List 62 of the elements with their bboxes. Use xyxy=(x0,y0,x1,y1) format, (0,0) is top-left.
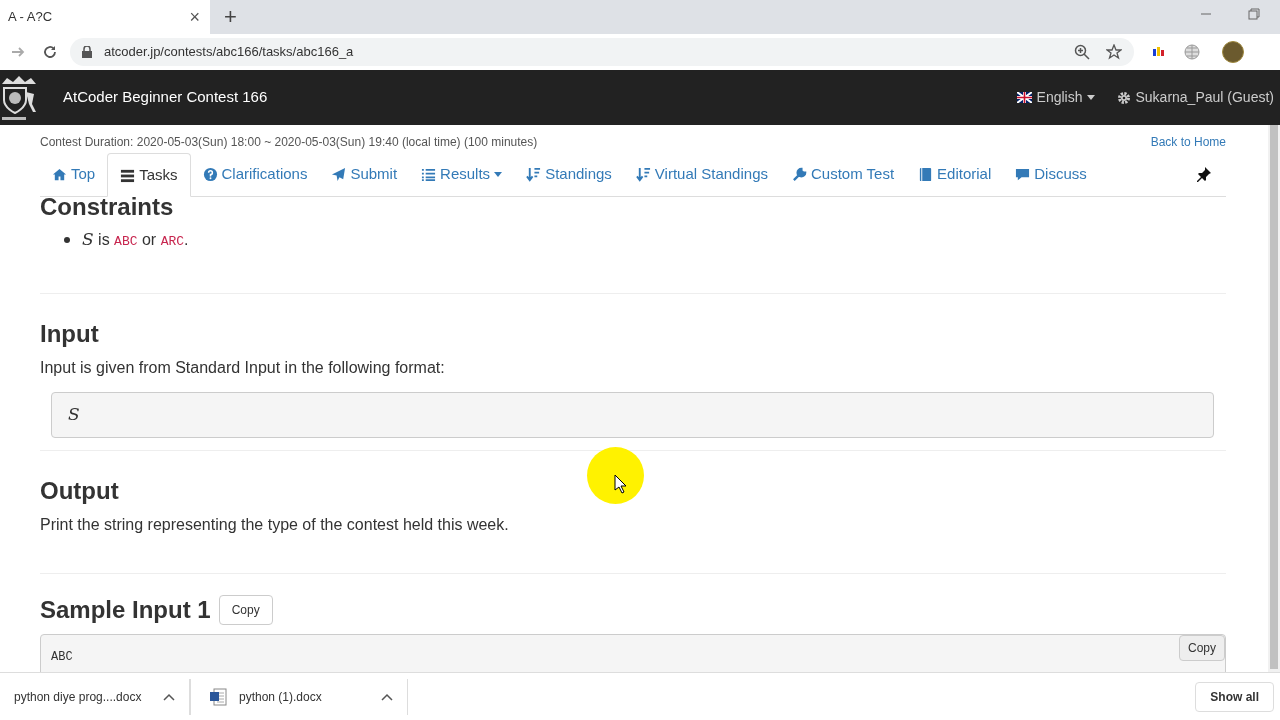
tab-title: A - A?C xyxy=(8,8,54,27)
section-text: Input is given from Standard Input in the following format: xyxy=(40,357,445,378)
browser-tab[interactable]: A - A?C × xyxy=(0,0,210,34)
section-heading: Sample Input 1 xyxy=(40,594,211,625)
back-to-home-link[interactable]: Back to Home xyxy=(1150,133,1226,151)
close-icon[interactable]: × xyxy=(189,3,200,31)
nav-tab[interactable]: Submit xyxy=(319,153,410,196)
show-all-button[interactable]: Show all xyxy=(1195,681,1274,712)
new-tab-button[interactable]: + xyxy=(224,6,237,28)
extension-icon[interactable] xyxy=(1152,47,1166,57)
settings-icon xyxy=(1117,90,1132,105)
scrollbar[interactable] xyxy=(1268,125,1280,672)
document-icon xyxy=(209,687,227,706)
nav-tab[interactable]: Clarifications xyxy=(190,153,320,196)
section-heading: Constraints xyxy=(40,197,174,217)
reload-icon[interactable] xyxy=(42,44,58,60)
sort-icon xyxy=(526,167,542,182)
nav-tab[interactable]: Results xyxy=(409,153,515,196)
sample-text: ABC xyxy=(51,649,73,664)
copy-button[interactable]: Copy xyxy=(218,594,273,625)
flag-icon xyxy=(1016,92,1032,103)
contest-title[interactable]: AtCoder Beginner Contest 166 xyxy=(63,86,268,109)
nav-tab[interactable]: Standings xyxy=(514,153,624,196)
cursor-icon xyxy=(614,474,628,494)
home-icon xyxy=(52,167,67,182)
language-dropdown[interactable]: English xyxy=(1016,87,1096,108)
nav-tab[interactable]: Virtual Standings xyxy=(623,153,780,196)
chevron-up-icon[interactable] xyxy=(163,692,175,701)
section-heading: Input xyxy=(40,318,99,349)
sort-icon xyxy=(635,167,651,182)
copy-button[interactable]: Copy xyxy=(1179,634,1225,661)
cursor-highlight xyxy=(587,447,644,504)
nav-tab[interactable]: Editorial xyxy=(906,153,1004,196)
zoom-icon[interactable] xyxy=(1074,44,1090,60)
format-block: S xyxy=(51,391,1214,438)
chevron-up-icon[interactable] xyxy=(381,692,393,701)
user-menu[interactable]: Sukarna_Paul (Guest) xyxy=(1117,87,1274,108)
profile-avatar[interactable] xyxy=(1222,41,1244,63)
pin-icon[interactable] xyxy=(1196,166,1212,182)
contest-duration: Contest Duration: 2020-05-03(Sun) 18:00 ~ 2020-05-03(Sun) 19:40 (local time) (100 minutes) xyxy=(40,134,538,151)
caret-icon xyxy=(1087,95,1096,100)
section-heading: Output xyxy=(40,475,119,506)
lock-icon xyxy=(82,46,92,58)
nav-tab[interactable]: Tasks xyxy=(107,153,191,197)
comment-icon xyxy=(1015,167,1031,182)
download-item[interactable]: python (1).docx xyxy=(190,678,408,715)
question-icon xyxy=(202,167,218,182)
restore-icon[interactable] xyxy=(1248,8,1260,20)
bullet-icon xyxy=(64,236,70,243)
star-icon[interactable] xyxy=(1106,44,1122,60)
send-icon xyxy=(331,167,347,182)
book-icon xyxy=(918,167,934,182)
section-text: Print the string representing the type of the contest held this week. xyxy=(40,514,509,535)
list-icon xyxy=(421,167,437,182)
url-text: atcoder.jp/contests/abc166/tasks/abc166_a xyxy=(104,43,355,62)
nav-tab[interactable]: Discuss xyxy=(1003,153,1099,196)
address-bar[interactable]: atcoder.jp/contests/abc166/tasks/abc166_a xyxy=(70,38,1134,66)
nav-tab[interactable]: Top xyxy=(40,153,108,196)
nav-tab[interactable]: Custom Test xyxy=(780,153,907,196)
wrench-icon xyxy=(792,167,807,182)
tasks-icon xyxy=(120,167,136,183)
download-item[interactable]: python diye prog....docx xyxy=(0,678,190,715)
